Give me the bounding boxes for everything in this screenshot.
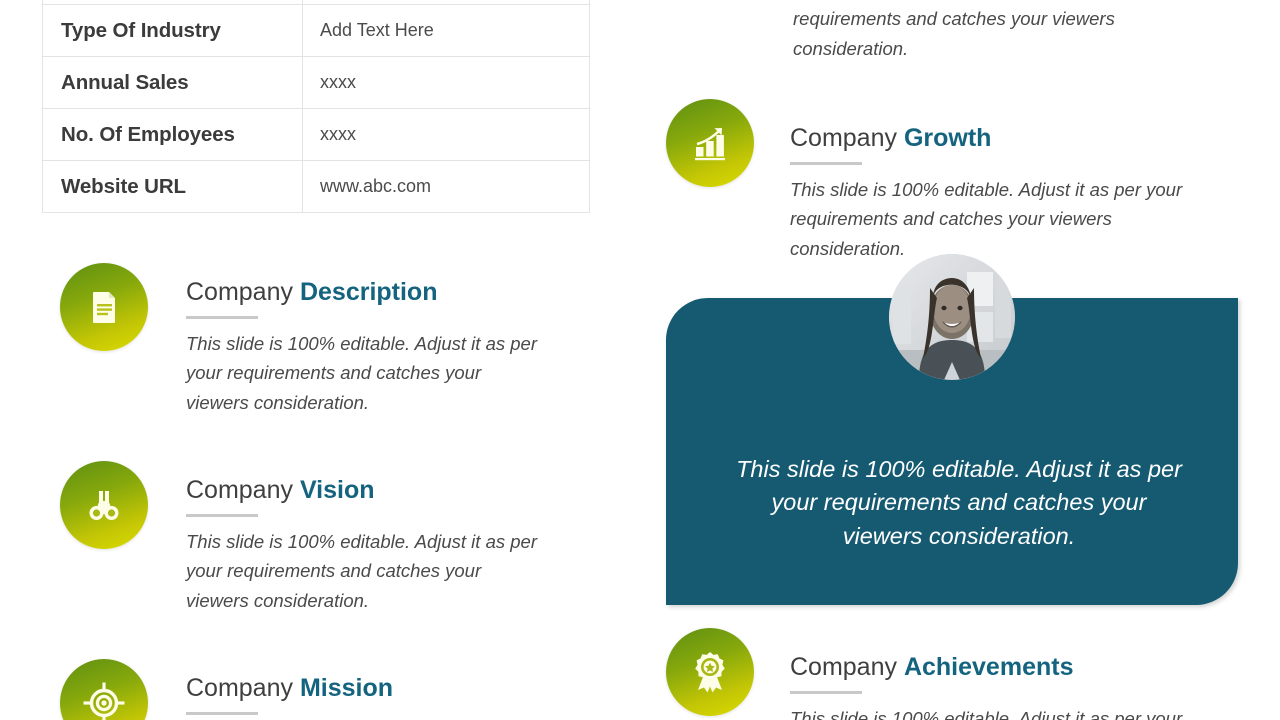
feature-body: Company Description This slide is 100% e… (148, 263, 548, 418)
feature-title: Company Growth (790, 124, 1184, 153)
table-cell-key: Type Of Industry (42, 4, 303, 57)
table-row: Type Of Industry Add Text Here (42, 4, 590, 57)
feature-title-prefix: Company (186, 674, 300, 702)
document-icon (60, 263, 148, 351)
feature-title-highlight: Mission (299, 674, 394, 702)
feature-text: This slide is 100% editable. Adjust it a… (186, 332, 537, 414)
table-cell-key: No. Of Employees (42, 108, 303, 161)
feature-title: Company Mission (186, 674, 548, 703)
target-icon (60, 659, 148, 720)
testimonial-quote: This slide is 100% editable. Adjust it a… (736, 456, 1182, 549)
company-info-table: Established Date DD/MM/YYYY Type Of Indu… (42, 0, 590, 213)
feature-title-highlight: Vision (299, 476, 375, 504)
title-underline (186, 711, 258, 715)
left-column: Established Date DD/MM/YYYY Type Of Indu… (0, 0, 620, 720)
feature-body: Company Achievements This slide is 100% … (754, 628, 1194, 720)
feature-text: This slide is 100% editable. Adjust it a… (790, 178, 1183, 260)
feature-body: Company Growth This slide is 100% editab… (754, 99, 1184, 264)
award-ribbon-icon (666, 628, 754, 716)
table-cell-key: Annual Sales (42, 56, 303, 109)
clipped-top-text: This slide is 100% editable. Adjust it a… (793, 7, 1115, 59)
table-cell-value[interactable]: www.abc.com (302, 160, 590, 213)
feature-text: This slide is 100% editable. Adjust it a… (790, 707, 1183, 720)
title-underline (790, 690, 862, 694)
feature-company-achievements: Company Achievements This slide is 100% … (666, 628, 1194, 720)
binoculars-icon (60, 461, 148, 549)
title-underline (186, 513, 258, 517)
table-cell-value[interactable]: Add Text Here (302, 4, 590, 57)
feature-title: Company Description (186, 278, 548, 307)
feature-company-description: Company Description This slide is 100% e… (60, 263, 548, 418)
feature-company-vision: Company Vision This slide is 100% editab… (60, 461, 548, 616)
table-cell-value[interactable]: xxxx (302, 108, 590, 161)
feature-title: Company Achievements (790, 653, 1194, 682)
feature-title-highlight: Achievements (903, 653, 1074, 681)
feature-title-highlight: Growth (903, 124, 992, 152)
feature-title-prefix: Company (186, 278, 300, 306)
feature-title-prefix: Company (186, 476, 300, 504)
feature-company-growth: Company Growth This slide is 100% editab… (666, 99, 1184, 264)
avatar (889, 254, 1015, 380)
table-row: No. Of Employees xxxx (42, 108, 590, 161)
feature-title-highlight: Description (299, 278, 438, 306)
feature-body: Company Mission This slide is 100% edita… (148, 659, 548, 720)
table-cell-key: Website URL (42, 160, 303, 213)
feature-body: Company Vision This slide is 100% editab… (148, 461, 548, 616)
growth-chart-icon (666, 99, 754, 187)
title-underline (186, 315, 258, 319)
feature-company-mission: Company Mission This slide is 100% edita… (60, 659, 548, 720)
testimonial-card: “ This slide is 100% editable. Adjust it… (666, 254, 1238, 605)
feature-title-prefix: Company (790, 653, 904, 681)
feature-title: Company Vision (186, 476, 548, 505)
table-row: Website URL www.abc.com (42, 160, 590, 213)
table-cell-value[interactable]: xxxx (302, 56, 590, 109)
feature-title-prefix: Company (790, 124, 904, 152)
title-underline (790, 161, 862, 165)
table-row: Annual Sales xxxx (42, 56, 590, 109)
slide-canvas: Established Date DD/MM/YYYY Type Of Indu… (0, 0, 1280, 720)
feature-text: This slide is 100% editable. Adjust it a… (186, 530, 537, 612)
